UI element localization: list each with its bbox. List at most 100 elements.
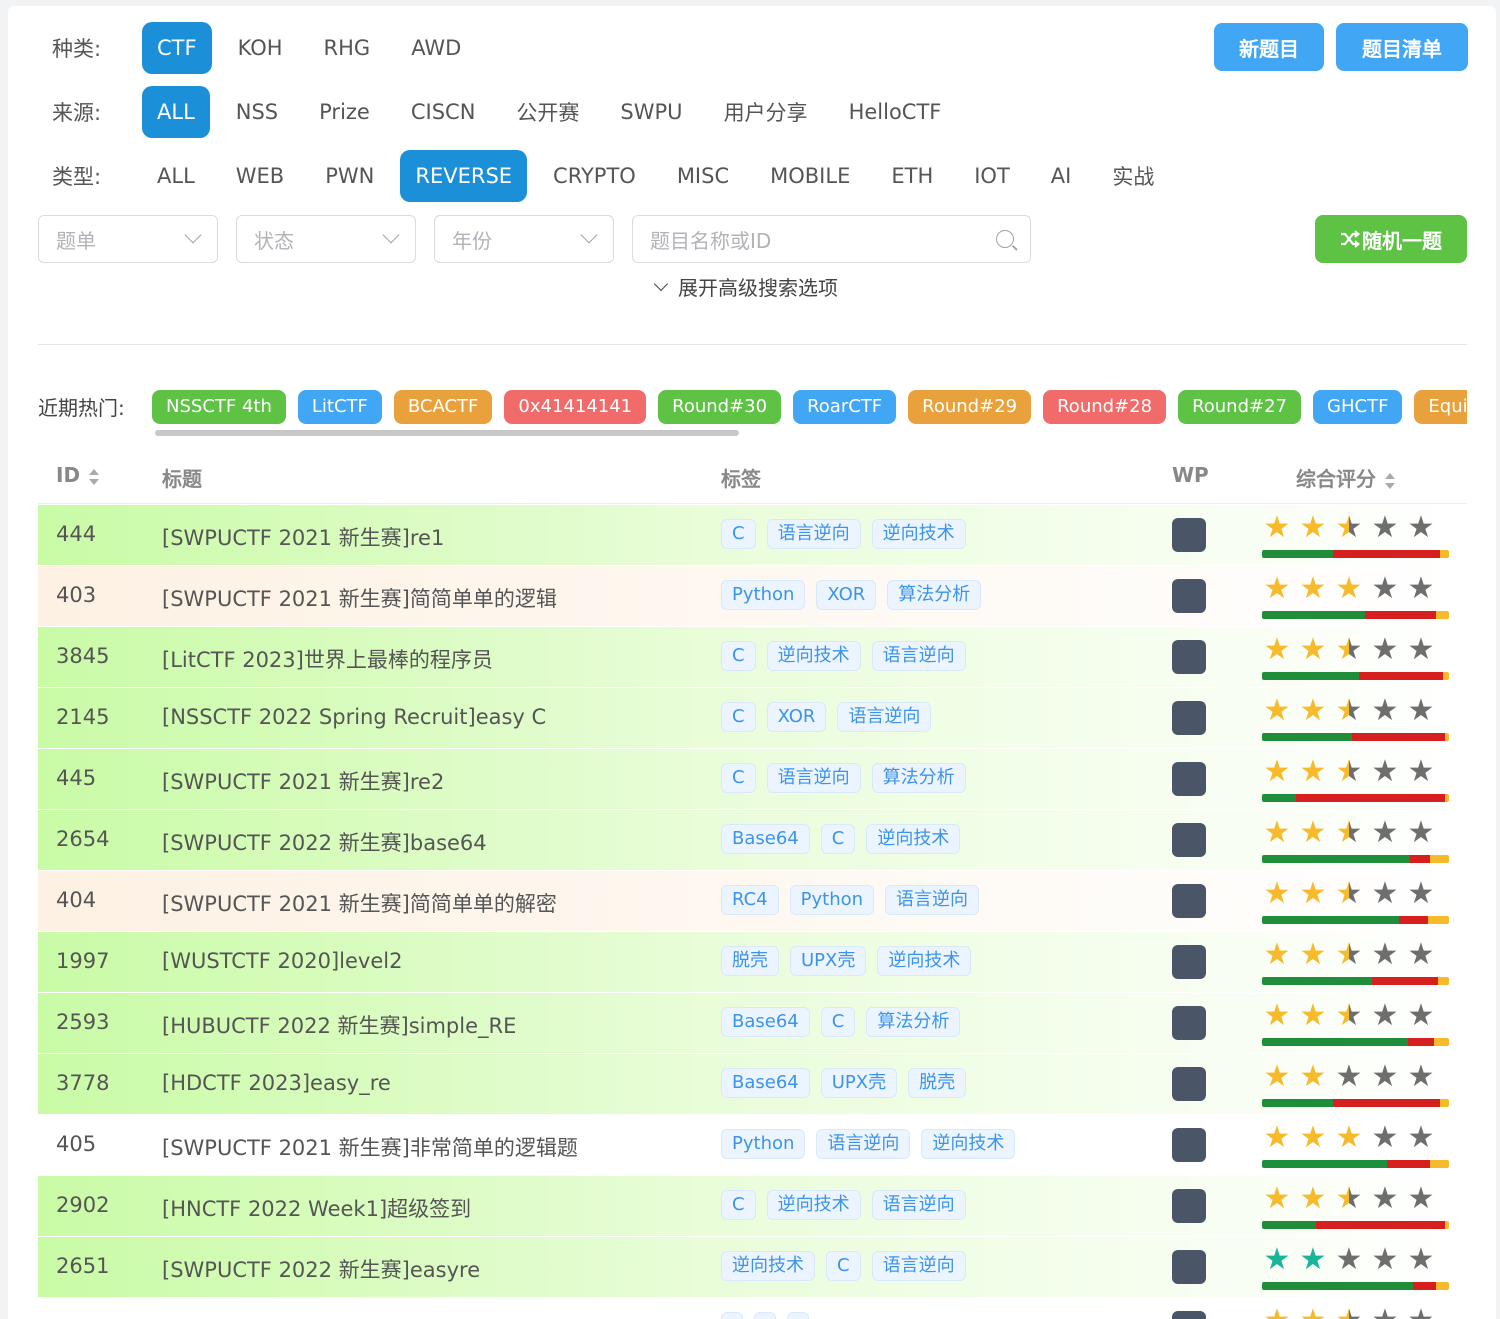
writeup-icon[interactable] (1172, 1067, 1206, 1101)
problem-title-link[interactable]: [SWPUCTF 2021 新生赛]re1 (162, 522, 444, 552)
hot-tag[interactable]: GHCTF (1313, 390, 1403, 424)
hot-tag[interactable]: 0x41414141 (504, 390, 647, 424)
filter-type-option[interactable]: MISC (662, 150, 744, 202)
problem-tag[interactable]: C (721, 519, 756, 549)
problem-tag[interactable]: 算法分析 (866, 1007, 961, 1037)
problem-title-link[interactable]: [HNCTF 2022 Week1]超级签到 (162, 1193, 471, 1223)
problem-tag[interactable]: 逆向技术 (877, 946, 972, 976)
filter-type-option[interactable]: AI (1036, 150, 1087, 202)
problem-tag[interactable] (787, 1312, 809, 1319)
writeup-icon[interactable] (1172, 1311, 1206, 1319)
filter-type-option[interactable]: REVERSE (400, 150, 528, 202)
advanced-search-toggle[interactable]: 展开高级搜索选项 (653, 272, 838, 301)
hot-tags-strip[interactable]: NSSCTF 4th LitCTF BCACTF 0x41414141 Round#30… (152, 390, 1467, 426)
problem-tag[interactable]: Python (721, 580, 806, 610)
writeup-icon[interactable] (1172, 1128, 1206, 1162)
problem-list-select[interactable]: 题单 (38, 215, 218, 263)
problem-tag[interactable]: 逆向技术 (866, 824, 961, 854)
random-problem-button[interactable]: 随机一题 (1315, 215, 1467, 263)
new-problem-button[interactable]: 新题目 (1214, 23, 1324, 71)
problem-tag[interactable]: 逆向技术 (871, 519, 966, 549)
problem-tag[interactable]: 语言逆向 (871, 641, 966, 671)
table-row[interactable]: 444 [SWPUCTF 2021 新生赛]re1 C 语言逆向 逆向技术 ★ ★ ★ ★ ★ (38, 505, 1467, 566)
hot-tag[interactable]: BCACTF (393, 390, 493, 424)
hot-tag[interactable]: LitCTF (297, 390, 382, 424)
hot-tag[interactable]: Round#27 (1178, 390, 1302, 424)
search-input[interactable]: 题目名称或ID (632, 215, 1031, 263)
problem-tag[interactable]: 语言逆向 (766, 519, 861, 549)
filter-type-option[interactable]: ALL (142, 150, 210, 202)
filter-kind-option[interactable]: AWD (396, 22, 476, 74)
problem-title-link[interactable]: [SWPUCTF 2021 新生赛]非常简单的逻辑题 (162, 1132, 578, 1162)
sort-icon[interactable] (1384, 472, 1396, 489)
filter-source-option[interactable]: NSS (221, 86, 293, 138)
filter-type-option[interactable]: ETH (876, 150, 948, 202)
problem-tag[interactable]: Python (789, 885, 875, 915)
writeup-icon[interactable] (1172, 1250, 1206, 1284)
problem-tag[interactable]: 逆向技术 (721, 1251, 815, 1281)
writeup-icon[interactable] (1172, 1006, 1206, 1040)
table-row[interactable]: 3778 [HDCTF 2023]easy_re Base64 UPX壳 脱壳 ★ ★ ★ ★ ★ (38, 1054, 1467, 1115)
problem-tag[interactable]: C (721, 641, 756, 671)
problem-tag[interactable]: 语言逆向 (816, 1129, 911, 1159)
table-row[interactable]: 403 [SWPUCTF 2021 新生赛]简简单单的逻辑 Python XOR 算法分… (38, 566, 1467, 627)
writeup-icon[interactable] (1172, 579, 1206, 613)
table-row[interactable]: ★ ★ ★ ★ ★ (38, 1298, 1467, 1319)
problem-tag[interactable]: 脱壳 (721, 946, 779, 976)
problem-title-link[interactable]: [SWPUCTF 2022 新生赛]base64 (162, 827, 487, 857)
problem-tag[interactable]: 语言逆向 (766, 763, 861, 793)
writeup-icon[interactable] (1172, 945, 1206, 979)
filter-kind-option[interactable]: RHG (309, 22, 386, 74)
filter-type-option[interactable]: CRYPTO (538, 150, 651, 202)
problem-title-link[interactable]: [SWPUCTF 2022 新生赛]easyre (162, 1254, 480, 1284)
problem-tag[interactable]: C (820, 824, 856, 854)
problem-tag[interactable]: 脱壳 (908, 1068, 967, 1098)
filter-source-option[interactable]: 用户分享 (709, 86, 823, 138)
problem-tag[interactable]: UPX壳 (790, 946, 867, 976)
hot-tags-scrollbar[interactable] (155, 430, 739, 436)
problem-tag[interactable]: 逆向技术 (921, 1129, 1016, 1159)
table-row[interactable]: 2145 [NSSCTF 2022 Spring Recruit]easy C CX… (38, 688, 1467, 749)
problem-title-link[interactable]: [SWPUCTF 2021 新生赛]re2 (162, 766, 444, 796)
problem-tag[interactable]: C (826, 1251, 861, 1281)
hot-tag[interactable]: Equinor (1414, 390, 1467, 424)
problem-tag[interactable]: 逆向技术 (766, 1190, 861, 1220)
problem-tag[interactable]: Base64 (721, 1007, 810, 1037)
filter-type-option[interactable]: WEB (221, 150, 299, 202)
table-row[interactable]: 3845 [LitCTF 2023]世界上最棒的程序员 C 逆向技术 语言逆向 ★ ★ ★ ★ ★ (38, 627, 1467, 688)
table-row[interactable]: 2593 [HUBUCTF 2022 新生赛]simple_RE Base64 C 算法… (38, 993, 1467, 1054)
hot-tag[interactable]: Round#30 (658, 390, 782, 424)
problem-tag[interactable]: C (820, 1007, 856, 1037)
writeup-icon[interactable] (1172, 1189, 1206, 1223)
problem-title-link[interactable]: [SWPUCTF 2021 新生赛]简简单单的逻辑 (162, 583, 557, 613)
filter-kind-option[interactable]: KOH (223, 22, 298, 74)
problem-title-link[interactable]: [HDCTF 2023]easy_re (162, 1071, 391, 1095)
filter-source-option[interactable]: CISCN (396, 86, 491, 138)
writeup-icon[interactable] (1172, 640, 1206, 674)
problem-title-link[interactable]: [NSSCTF 2022 Spring Recruit]easy C (162, 705, 546, 729)
filter-source-option[interactable]: SWPU (605, 86, 697, 138)
problem-tag[interactable]: Base64 (721, 824, 810, 854)
filter-source-option[interactable]: 公开赛 (501, 86, 594, 138)
writeup-icon[interactable] (1172, 884, 1206, 918)
header-score[interactable]: 综合评分 (1296, 463, 1396, 492)
writeup-icon[interactable] (1172, 823, 1206, 857)
problem-tag[interactable]: UPX壳 (820, 1068, 898, 1098)
problem-tag[interactable]: C (721, 702, 756, 732)
problem-title-link[interactable]: [WUSTCTF 2020]level2 (162, 949, 402, 973)
problem-tag[interactable]: 语言逆向 (837, 702, 932, 732)
table-row[interactable]: 2902 [HNCTF 2022 Week1]超级签到 C 逆向技术 语言逆向 ★ ★ ★ ★ ★ (38, 1176, 1467, 1237)
hot-tag[interactable]: Round#28 (1043, 390, 1167, 424)
hot-tag[interactable]: RoarCTF (793, 390, 897, 424)
problem-tag[interactable]: 算法分析 (871, 763, 966, 793)
filter-type-option[interactable]: MOBILE (755, 150, 865, 202)
table-row[interactable]: 404 [SWPUCTF 2021 新生赛]简简单单的解密 RC4 Python 语言逆… (38, 871, 1467, 932)
search-icon[interactable] (996, 230, 1014, 248)
problem-tag[interactable]: XOR (816, 580, 877, 610)
filter-kind-option[interactable]: CTF (142, 22, 212, 74)
sort-icon[interactable] (88, 468, 100, 485)
table-row[interactable]: 2654 [SWPUCTF 2022 新生赛]base64 Base64 C 逆向技术 ★… (38, 810, 1467, 871)
problem-tag[interactable] (754, 1312, 776, 1319)
filter-source-option[interactable]: HelloCTF (834, 86, 957, 138)
problem-tag[interactable]: 算法分析 (887, 580, 982, 610)
